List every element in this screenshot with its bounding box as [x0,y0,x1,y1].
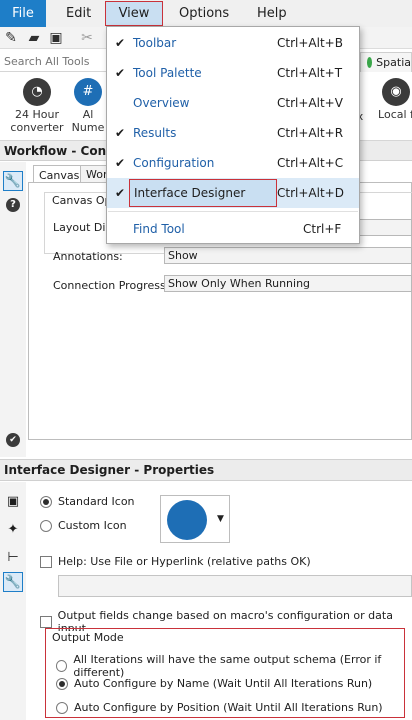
menu-view[interactable]: View [105,1,163,26]
cut-icon[interactable]: ✂ [79,30,95,46]
menu-item-shortcut: Ctrl+Alt+B [277,36,343,50]
tab-workflow[interactable]: Wor [80,165,108,183]
menu-help[interactable]: Help [257,0,287,27]
custom-icon-option[interactable]: Custom Icon [40,519,127,532]
palette-tool-line1: Local f [378,108,412,121]
interface-designer-side-strip [0,482,26,720]
help-icon[interactable]: ? [3,195,23,215]
menu-item-interface-designer[interactable]: Interface Designer [129,179,277,207]
menu-item-label: Configuration [133,156,215,170]
palette-tool-line1: 24 Hour [15,108,59,121]
check-circle-icon[interactable]: ✔ [3,430,23,450]
menu-item-shortcut: Ctrl+Alt+V [277,96,343,110]
wrench-icon[interactable]: 🔧 [3,171,23,191]
menu-edit[interactable]: Edit [66,0,91,27]
save-icon[interactable]: ▣ [48,30,64,46]
palette-tool-local[interactable]: ◉ Local f [376,78,412,121]
connection-progress-select[interactable]: Show Only When Running [164,275,412,292]
canvas-options-label: Canvas Op [50,194,106,207]
output-mode-label-3: Auto Configure by Position (Wait Until A… [74,701,383,714]
menu-item-shortcut: Ctrl+Alt+R [277,126,344,140]
new-workflow-icon[interactable]: ✎ [3,30,19,46]
palette-tool-numeric[interactable]: # Al Nume [68,78,108,134]
output-mode-option-3[interactable]: Auto Configure by Position (Wait Until A… [56,701,383,714]
dropdown-arrow-icon[interactable]: ▼ [217,514,224,524]
checkmark-icon: ✔ [114,156,126,170]
menu-item-tool-palette[interactable]: ✔ Tool Palette Ctrl+Alt+T [107,58,359,88]
custom-icon-label: Custom Icon [58,519,127,532]
menu-options[interactable]: Options [179,0,229,27]
output-mode-radio-1[interactable] [56,660,68,672]
numeric-tool-icon: # [74,78,102,106]
checkmark-icon: ✔ [114,66,126,80]
output-mode-radio-3[interactable] [56,701,68,714]
custom-icon-radio[interactable] [40,519,52,532]
help-label: Help: Use File or Hyperlink (relative pa… [58,555,311,568]
search-input[interactable] [0,50,104,72]
output-fields-checkbox[interactable] [40,616,52,628]
open-folder-icon[interactable]: ▰ [26,30,42,46]
output-mode-option-1[interactable]: All Iterations will have the same output… [56,653,412,679]
output-mode-option-2[interactable]: Auto Configure by Name (Wait Until All I… [56,677,372,690]
layout-icon[interactable]: ▣ [3,491,23,511]
standard-icon-radio[interactable] [40,495,52,508]
annotations-label: Annotations: [53,250,123,263]
menu-item-results[interactable]: ✔ Results Ctrl+Alt+R [107,118,359,148]
help-checkbox[interactable] [40,555,52,568]
checkmark-icon: ✔ [114,126,126,140]
output-mode-label-1: All Iterations will have the same output… [73,653,382,679]
menu-item-shortcut: Ctrl+F [303,222,342,236]
menu-item-label: Toolbar [133,36,177,50]
macro-icon-preview [167,500,207,540]
menu-item-label: Overview [133,96,190,110]
menu-item-interface-designer-row[interactable]: ✔ Interface Designer Ctrl+Alt+D [107,178,359,208]
menu-item-label: Find Tool [133,222,185,236]
menu-separator [108,211,358,212]
help-path-input[interactable] [58,575,412,597]
menu-item-label: Results [133,126,177,140]
local-tool-icon: ◉ [382,78,410,106]
standard-icon-label: Standard Icon [58,495,135,508]
annotations-select[interactable]: Show [164,247,412,264]
tab-spatial[interactable]: Spatia [360,52,412,72]
output-mode-radio-2[interactable] [56,677,68,690]
palette-tool-line2: Nume [71,121,105,134]
output-mode-label: Output Mode [50,631,126,644]
menu-item-overview[interactable]: Overview Ctrl+Alt+V [107,88,359,118]
palette-tool-24-hour-converter[interactable]: ◔ 24 Hour converter [2,78,72,134]
icon-picker[interactable]: ▼ [160,495,230,543]
menu-item-shortcut: Ctrl+Alt+T [277,66,343,80]
tab-spatial-label: Spatia [376,56,411,69]
menu-item-find-tool[interactable]: Find Tool Ctrl+F [107,214,359,244]
interface-designer-header: Interface Designer - Properties [0,459,412,481]
menu-item-configuration[interactable]: ✔ Configuration Ctrl+Alt+C [107,148,359,178]
checkmark-icon: ✔ [114,36,126,50]
help-option[interactable]: Help: Use File or Hyperlink (relative pa… [40,555,311,568]
layout-direction-label: Layout Dir [53,221,107,234]
menu-file[interactable]: File [0,0,46,27]
properties-wrench-icon[interactable]: 🔧 [3,572,23,592]
converter-tool-icon: ◔ [23,78,51,106]
menu-item-shortcut: Ctrl+Alt+D [277,186,344,200]
spatial-icon [367,57,373,68]
output-mode-label-2: Auto Configure by Name (Wait Until All I… [74,677,373,690]
palette-tool-line2: converter [10,121,64,134]
menu-item-shortcut: Ctrl+Alt+C [277,156,344,170]
magic-wand-icon[interactable]: ✦ [3,519,23,539]
connection-progress-label: Connection Progress: [53,279,170,292]
menu-item-toolbar[interactable]: ✔ Toolbar Ctrl+Alt+B [107,28,359,58]
menu-item-label: Tool Palette [133,66,202,80]
standard-icon-option[interactable]: Standard Icon [40,495,135,508]
tree-icon[interactable]: ⊢ [3,547,23,567]
palette-tool-line1: Al [82,108,94,121]
